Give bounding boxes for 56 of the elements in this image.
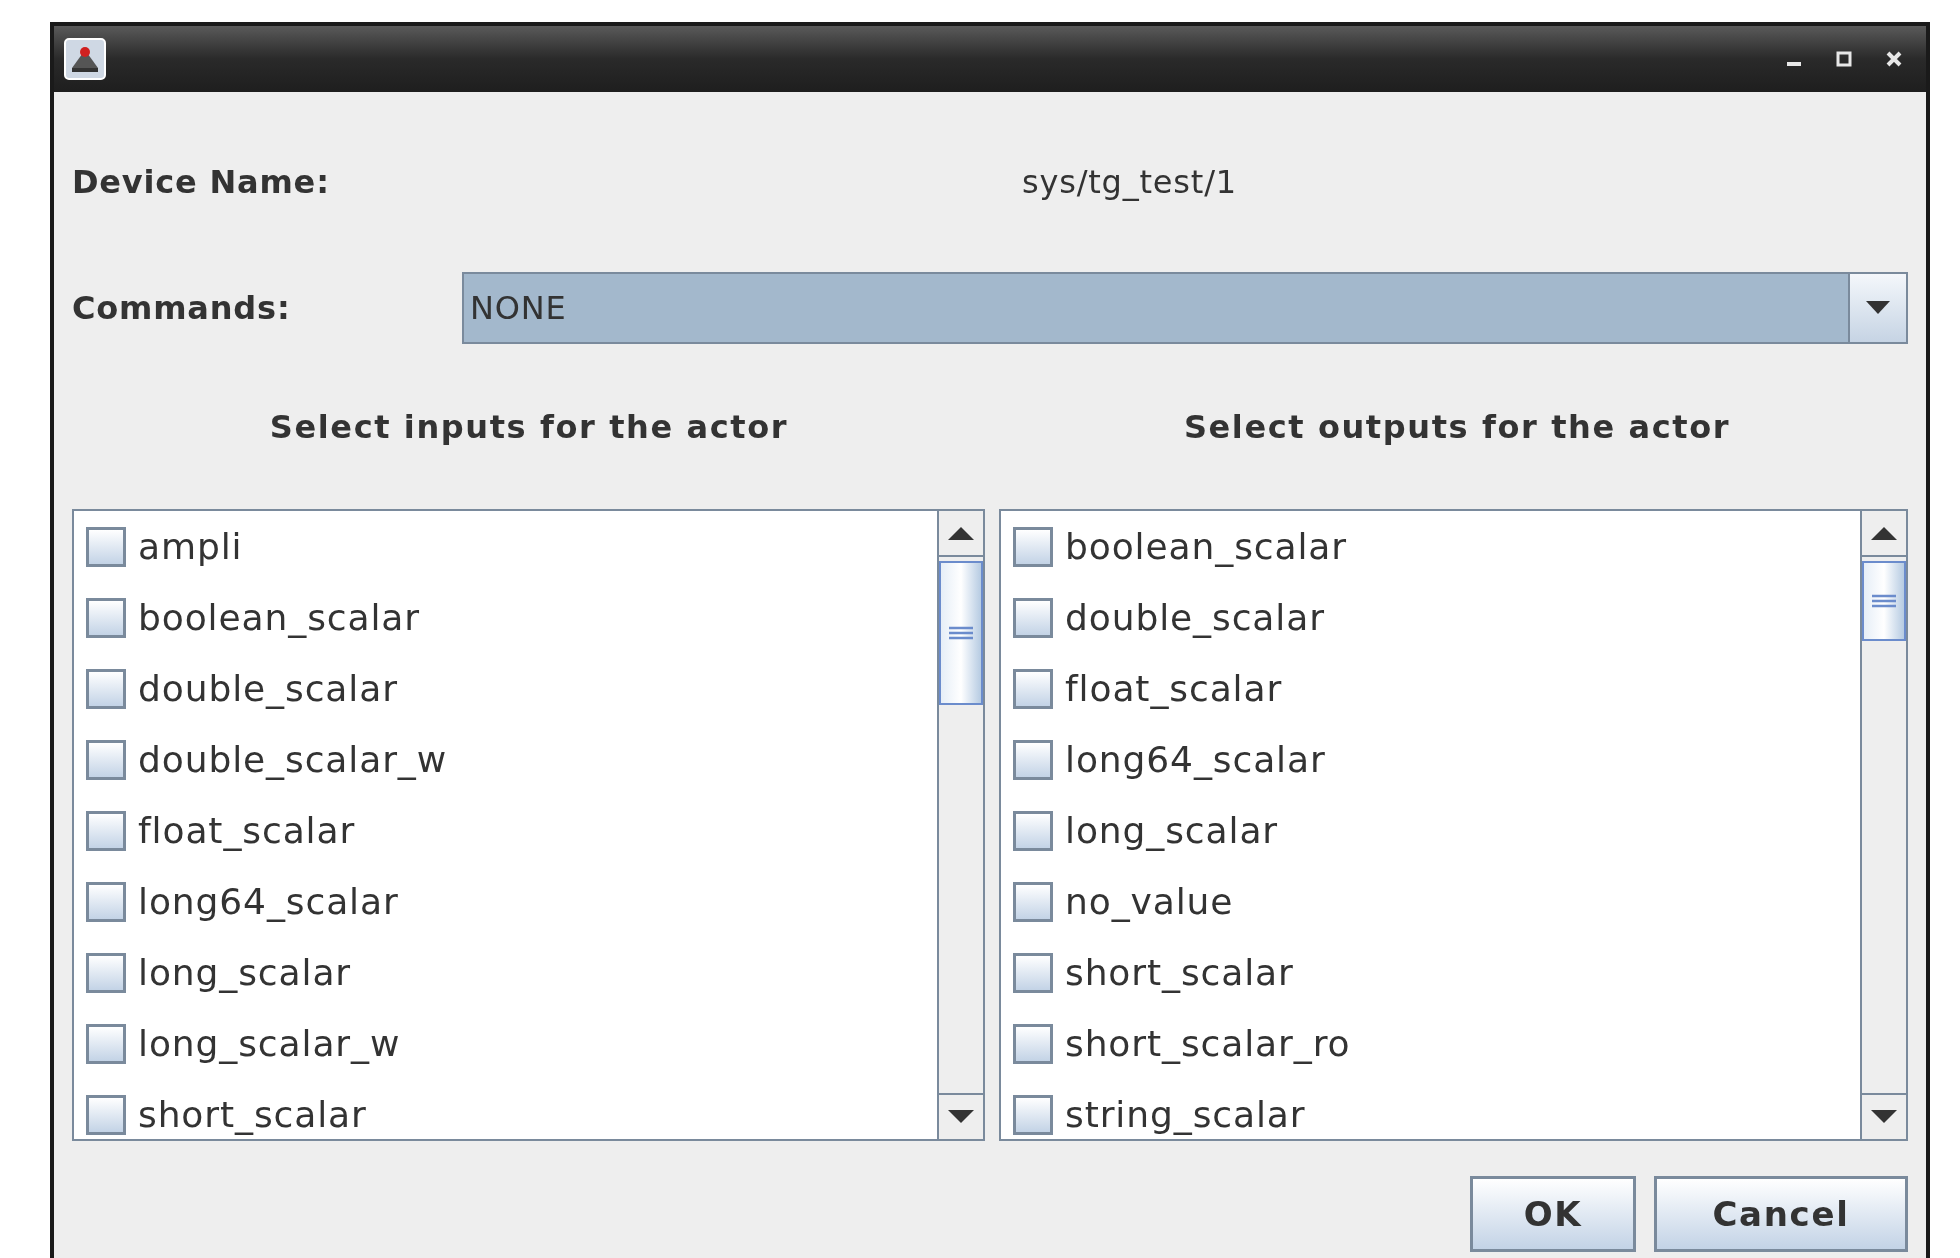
checkbox[interactable] bbox=[86, 668, 126, 709]
checkbox[interactable] bbox=[86, 526, 126, 567]
caret-icon bbox=[1866, 301, 1890, 315]
down-arrow-icon[interactable] bbox=[1871, 1110, 1897, 1124]
item-label: float_scalar bbox=[1065, 666, 1283, 711]
ok-button[interactable]: OK bbox=[1470, 1176, 1636, 1252]
scrollbar[interactable] bbox=[937, 511, 983, 1139]
item-label: long64_scalar bbox=[1065, 737, 1326, 782]
cancel-button[interactable]: Cancel bbox=[1654, 1176, 1908, 1252]
device-name-label: Device Name: bbox=[72, 161, 331, 203]
item-label: string_scalar bbox=[1065, 1092, 1306, 1137]
item-label: long64_scalar bbox=[138, 879, 399, 924]
up-arrow-icon[interactable] bbox=[1871, 526, 1897, 540]
checkbox[interactable] bbox=[86, 881, 126, 922]
item-label: short_scalar bbox=[138, 1092, 367, 1137]
item-label: float_scalar bbox=[138, 808, 356, 853]
outputs-heading: Select outputs for the actor bbox=[1182, 407, 1732, 448]
checkbox[interactable] bbox=[1013, 881, 1053, 922]
inputs-heading: Select inputs for the actor bbox=[268, 407, 790, 448]
item-label: long_scalar_w bbox=[138, 1021, 401, 1066]
item-label: double_scalar bbox=[138, 666, 398, 711]
down-arrow-icon[interactable] bbox=[948, 1110, 974, 1124]
scroll-thumb[interactable] bbox=[1862, 561, 1906, 641]
checkbox[interactable] bbox=[86, 597, 126, 638]
item-label: long_scalar bbox=[138, 950, 352, 995]
scroll-thumb[interactable] bbox=[939, 561, 983, 705]
checkbox[interactable] bbox=[86, 1094, 126, 1135]
scrollbar[interactable] bbox=[1860, 511, 1906, 1139]
checkbox[interactable] bbox=[1013, 1023, 1053, 1064]
up-arrow-icon[interactable] bbox=[948, 526, 974, 540]
checkbox[interactable] bbox=[1013, 526, 1053, 567]
checkbox[interactable] bbox=[1013, 739, 1053, 780]
item-label: no_value bbox=[1065, 879, 1234, 924]
device-name-value: sys/tg_test/1 bbox=[1022, 161, 1237, 203]
checkbox[interactable] bbox=[86, 1023, 126, 1064]
checkbox[interactable] bbox=[86, 810, 126, 851]
item-label: boolean_scalar bbox=[1065, 524, 1347, 569]
close-icon[interactable] bbox=[1886, 51, 1902, 67]
item-label: boolean_scalar bbox=[138, 595, 420, 640]
checkbox[interactable] bbox=[86, 952, 126, 993]
checkbox[interactable] bbox=[1013, 1094, 1053, 1135]
checkbox[interactable] bbox=[1013, 952, 1053, 993]
checkbox[interactable] bbox=[1013, 810, 1053, 851]
item-label: double_scalar_w bbox=[138, 737, 448, 782]
item-label: short_scalar_ro bbox=[1065, 1021, 1351, 1066]
commands-label: Commands: bbox=[72, 288, 292, 329]
item-label: ampli bbox=[138, 524, 243, 569]
commands-dropdown[interactable]: NONE bbox=[462, 272, 1908, 344]
checkbox[interactable] bbox=[1013, 668, 1053, 709]
app-icon bbox=[64, 38, 106, 80]
item-label: short_scalar bbox=[1065, 950, 1294, 995]
item-label: long_scalar bbox=[1065, 808, 1279, 853]
checkbox[interactable] bbox=[1013, 597, 1053, 638]
item-label: double_scalar bbox=[1065, 595, 1325, 640]
checkbox[interactable] bbox=[86, 739, 126, 780]
maximize-icon[interactable] bbox=[1836, 51, 1852, 67]
